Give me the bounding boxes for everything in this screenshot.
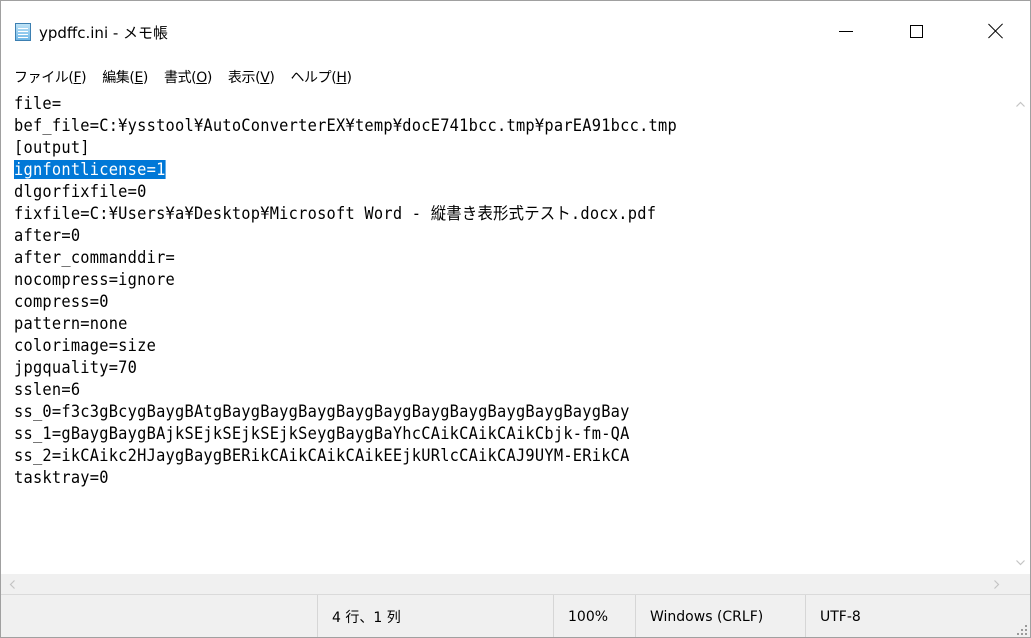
text-line: tasktray=0 — [14, 468, 109, 487]
cursor-position: 4 行、1 列 — [317, 595, 553, 637]
window-title: ypdffc.ini - メモ帳 — [39, 24, 169, 42]
text-line: colorimage=size — [14, 336, 157, 355]
menu-help[interactable]: ヘルプ(H) — [290, 63, 351, 91]
title-bar[interactable]: ypdffc.ini - メモ帳 — [1, 1, 1030, 61]
text-line: compress=0 — [14, 292, 109, 311]
text-line: bef_file=C:¥ysstool¥AutoConverterEX¥temp… — [14, 116, 677, 135]
menu-file[interactable]: ファイル(F) — [14, 63, 87, 91]
text-line: fixfile=C:¥Users¥a¥Desktop¥Microsoft Wor… — [14, 204, 657, 223]
menu-bar: ファイル(F) 編集(E) 書式(O) 表示(V) ヘルプ(H) — [1, 61, 1030, 93]
menu-view[interactable]: 表示(V) — [228, 63, 275, 91]
resize-grip-icon[interactable] — [1017, 625, 1027, 635]
maximize-icon — [909, 24, 923, 38]
horizontal-scrollbar[interactable] — [1, 574, 1030, 594]
text-line: jpgquality=70 — [14, 358, 138, 377]
text-line-selected: ignfontlicense=1 — [14, 159, 941, 181]
text-line: sslen=6 — [14, 380, 81, 399]
menu-format[interactable]: 書式(O) — [164, 63, 212, 91]
scroll-up-icon[interactable] — [1015, 99, 1026, 110]
minimize-button[interactable] — [811, 1, 881, 61]
text-line: after=0 — [14, 226, 81, 245]
maximize-button[interactable] — [881, 1, 951, 61]
text-line: ss_2=ikCAikc2HJaygBaygBERikCAikCAikCAikE… — [14, 446, 630, 465]
text-line: after_commanddir= — [14, 248, 176, 267]
text-line: [output] — [14, 138, 90, 157]
minimize-icon — [839, 30, 853, 32]
status-bar: 4 行、1 列 100% Windows (CRLF) UTF-8 — [1, 594, 1030, 637]
text-line: ss_1=gBaygBaygBAjkSEjkSEjkSEjkSeygBaygBa… — [14, 424, 630, 443]
text-line: nocompress=ignore — [14, 270, 176, 289]
close-icon — [988, 23, 1004, 39]
text-line: dlgorfixfile=0 — [14, 182, 147, 201]
line-ending: Windows (CRLF) — [635, 595, 805, 637]
notepad-window: ypdffc.ini - メモ帳 ファイル(F) 編集(E) 書式(O) 表示(… — [0, 0, 1031, 638]
scroll-left-icon[interactable] — [7, 579, 18, 590]
scroll-right-icon[interactable] — [991, 579, 1002, 590]
text-selection: ignfontlicense=1 — [14, 160, 166, 179]
close-button[interactable] — [961, 1, 1030, 61]
text-line: file= — [14, 94, 62, 113]
text-line: pattern=none — [14, 314, 128, 333]
zoom-level: 100% — [553, 595, 635, 637]
menu-edit[interactable]: 編集(E) — [102, 63, 148, 91]
notepad-icon[interactable] — [15, 23, 31, 41]
text-editor[interactable]: file= bef_file=C:¥ysstool¥AutoConverterE… — [14, 93, 1011, 574]
vertical-scrollbar[interactable] — [1011, 93, 1030, 574]
scroll-down-icon[interactable] — [1015, 557, 1026, 568]
text-line: ss_0=f3c3gBcygBaygBAtgBaygBaygBaygBaygBa… — [14, 402, 630, 421]
encoding: UTF-8 — [805, 595, 1030, 637]
